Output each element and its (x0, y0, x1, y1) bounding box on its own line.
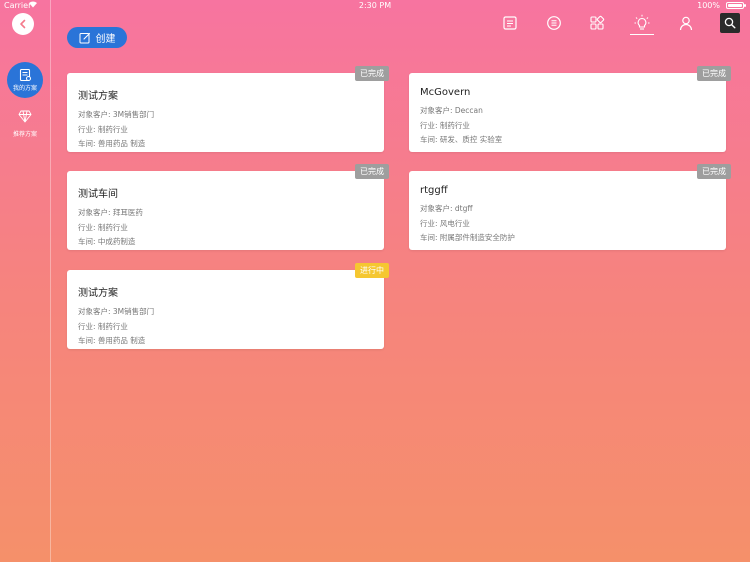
search-button[interactable] (720, 13, 740, 33)
status-badge: 已完成 (355, 66, 389, 81)
sidebar-item-label: 推荐方案 (12, 131, 37, 138)
toolbar-grid-button[interactable] (587, 13, 607, 33)
battery-percent: 100% (697, 1, 720, 10)
battery-icon (726, 2, 746, 9)
card-customer: 对象客户: Deccan (420, 106, 483, 115)
status-badge: 已完成 (697, 164, 731, 179)
toolbar-idea-button[interactable] (632, 13, 652, 33)
card-title: 测试方案 (78, 91, 118, 102)
card-workshop: 车间: 研发、质控 实验室 (420, 135, 503, 144)
document-icon (503, 16, 517, 30)
sidebar: 我的方案 推荐方案 (0, 0, 51, 562)
card-title: rtggff (420, 185, 448, 196)
plan-card[interactable]: 已完成 rtggff 对象客户: dtgff 行业: 风电行业 车间: 附属部件… (409, 164, 731, 250)
clock: 2:30 PM (358, 1, 392, 10)
create-button-label: 创建 (95, 34, 116, 45)
toolbar-list-button[interactable] (544, 13, 564, 33)
toolbar-document-button[interactable] (500, 13, 520, 33)
user-icon (679, 16, 693, 31)
plan-card[interactable]: 已完成 测试车间 对象客户: 拜耳医药 行业: 制药行业 车间: 中成药制造 (67, 164, 389, 250)
card-industry: 行业: 风电行业 (420, 218, 470, 228)
grid-icon (590, 15, 605, 30)
sidebar-item-my-plans[interactable]: 我的方案 (0, 62, 50, 98)
card-workshop: 车间: 兽用药品 制造 (78, 336, 146, 345)
back-button[interactable] (12, 13, 34, 35)
card-customer: 对象客户: 3M销售部门 (78, 110, 155, 119)
toolbar-user-button[interactable] (676, 13, 696, 33)
sidebar-item-recommended[interactable]: 推荐方案 (0, 110, 50, 138)
card-workshop: 车间: 兽用药品 制造 (78, 139, 146, 148)
status-badge: 进行中 (355, 263, 389, 278)
doc-stack-icon (19, 68, 31, 82)
lightbulb-icon (634, 14, 650, 30)
card-workshop: 车间: 中成药制造 (78, 237, 136, 246)
search-icon (724, 17, 736, 29)
card-title: 测试方案 (78, 288, 118, 299)
plan-card[interactable]: 已完成 测试方案 对象客户: 3M销售部门 行业: 制药行业 车间: 兽用药品 … (67, 66, 389, 152)
list-icon (547, 16, 561, 30)
card-title: McGovern (420, 87, 471, 98)
card-workshop: 车间: 附属部件制造安全防护 (420, 233, 515, 242)
chevron-left-icon (20, 19, 26, 29)
card-customer: 对象客户: 拜耳医药 (78, 208, 143, 217)
card-industry: 行业: 制药行业 (420, 120, 470, 130)
card-industry: 行业: 制药行业 (78, 124, 128, 134)
card-title: 测试车间 (78, 189, 118, 200)
card-customer: 对象客户: 3M销售部门 (78, 307, 155, 316)
card-industry: 行业: 制药行业 (78, 222, 128, 232)
card-industry: 行业: 制药行业 (78, 321, 128, 331)
card-customer: 对象客户: dtgff (420, 204, 473, 213)
status-bar: Carrier 2:30 PM 100% (0, 0, 750, 12)
status-badge: 已完成 (355, 164, 389, 179)
sidebar-item-label: 我的方案 (12, 85, 37, 92)
status-badge: 已完成 (697, 66, 731, 81)
plan-card[interactable]: 进行中 测试方案 对象客户: 3M销售部门 行业: 制药行业 车间: 兽用药品 … (67, 263, 389, 349)
edit-icon (79, 32, 90, 43)
diamond-icon (18, 110, 32, 123)
active-tab-indicator (630, 34, 654, 35)
create-button[interactable]: 创建 (67, 27, 127, 48)
plan-card[interactable]: 已完成 McGovern 对象客户: Deccan 行业: 制药行业 车间: 研… (409, 66, 731, 152)
